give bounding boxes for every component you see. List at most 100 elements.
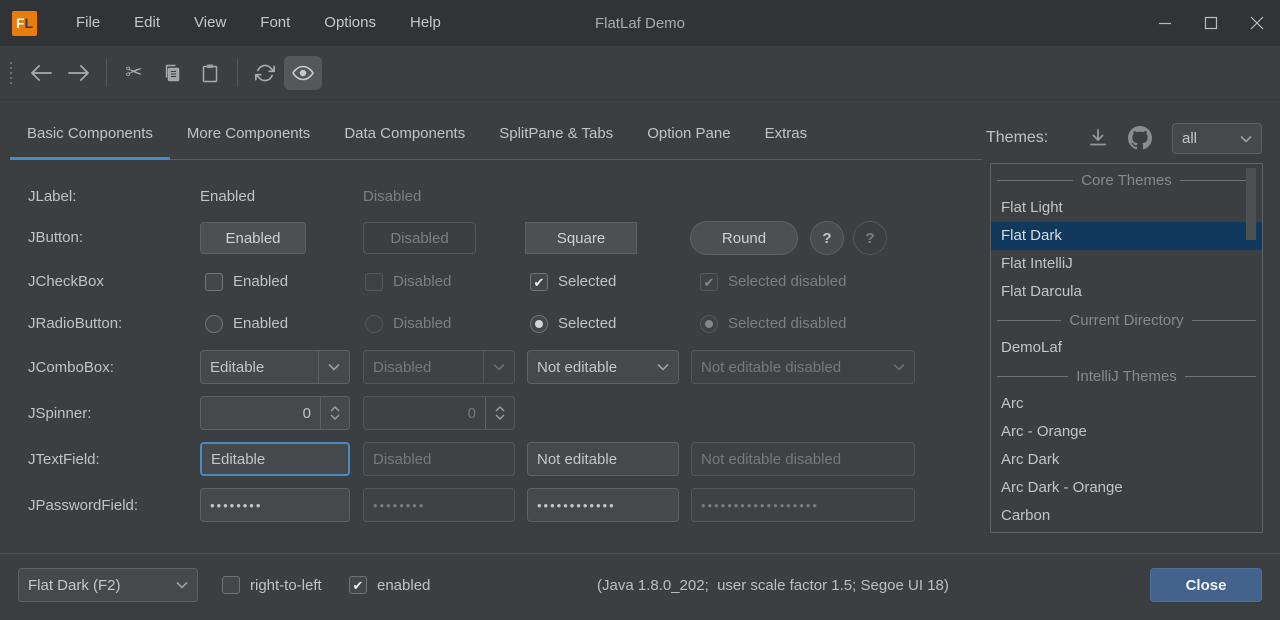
chevron-down-icon[interactable] — [167, 569, 197, 601]
textfield-editable-value[interactable]: Editable — [202, 451, 265, 468]
passwordfield-editable[interactable]: •••••••• — [200, 488, 350, 522]
title-bar: FL File Edit View Font Options Help Flat… — [0, 0, 1280, 46]
close-window-button[interactable] — [1234, 0, 1280, 46]
theme-item-arc-dark[interactable]: Arc Dark — [991, 446, 1262, 474]
toolbar-separator — [237, 59, 238, 87]
laf-combobox[interactable]: Flat Dark (F2) — [18, 568, 198, 602]
chevron-down-icon[interactable] — [648, 351, 678, 383]
radio-enabled[interactable] — [205, 315, 223, 333]
jtextfield-row-label: JTextField: — [28, 451, 100, 468]
chevron-down-icon — [495, 414, 505, 420]
refresh-button[interactable] — [246, 56, 284, 90]
rtl-checkbox-label[interactable]: right-to-left — [250, 577, 322, 594]
logo-letter-l: L — [25, 15, 34, 31]
tab-option-pane[interactable]: Option Pane — [630, 114, 747, 160]
tab-more-components[interactable]: More Components — [170, 114, 327, 160]
themes-list-separator: IntelliJ Themes — [991, 362, 1262, 390]
menu-options[interactable]: Options — [307, 0, 393, 46]
paste-button[interactable] — [191, 56, 229, 90]
jbutton-help[interactable]: ? — [810, 221, 844, 255]
tab-splitpane-tabs[interactable]: SplitPane & Tabs — [482, 114, 630, 160]
radio-enabled-label[interactable]: Enabled — [233, 315, 288, 332]
back-button[interactable] — [22, 56, 60, 90]
password-dots: •••••••• — [364, 498, 425, 513]
theme-item-arc-dark-orange[interactable]: Arc Dark - Orange — [991, 474, 1262, 502]
checkbox-disabled: ✔ — [365, 273, 383, 291]
theme-item-flat-light[interactable]: Flat Light — [991, 194, 1262, 222]
combobox-not-editable-value: Not editable — [528, 359, 617, 376]
enabled-checkbox[interactable]: ✔ — [349, 576, 367, 594]
combobox-not-editable-disabled-value: Not editable disabled — [692, 359, 841, 376]
check-icon: ✔ — [353, 579, 364, 592]
close-button[interactable]: Close — [1150, 568, 1262, 602]
checkbox-enabled-label[interactable]: Enabled — [233, 273, 288, 290]
textfield-not-editable[interactable]: Not editable — [527, 442, 679, 476]
combobox-editable-value[interactable]: Editable — [201, 359, 264, 376]
themes-scrollbar-thumb[interactable] — [1246, 168, 1256, 240]
menu-view[interactable]: View — [177, 0, 243, 46]
jcombobox-row-label: JComboBox: — [28, 359, 114, 376]
jbutton-disabled: Disabled — [363, 222, 476, 254]
show-hidden-toggle-button[interactable] — [284, 56, 322, 90]
close-icon — [1250, 16, 1264, 30]
jpasswordfield-row-label: JPasswordField: — [28, 497, 138, 514]
theme-item-arc[interactable]: Arc — [991, 390, 1262, 418]
chevron-down-icon[interactable] — [318, 351, 349, 383]
tab-extras[interactable]: Extras — [748, 114, 825, 160]
themes-list-separator: Current Directory — [991, 306, 1262, 334]
radio-dot-icon — [705, 320, 713, 328]
radio-selected-label[interactable]: Selected — [558, 315, 616, 332]
jbutton-square[interactable]: Square — [525, 222, 637, 254]
jlabel-row-label: JLabel: — [28, 188, 76, 205]
textfield-editable[interactable]: Editable — [200, 442, 350, 476]
theme-item-flat-darcula[interactable]: Flat Darcula — [991, 278, 1262, 306]
combobox-not-editable[interactable]: Not editable — [527, 350, 679, 384]
menu-edit[interactable]: Edit — [117, 0, 177, 46]
theme-item-demolaf[interactable]: DemoLaf — [991, 334, 1262, 362]
radio-selected[interactable] — [530, 315, 548, 333]
spinner-value[interactable]: 0 — [201, 405, 320, 422]
checkbox-selected-disabled-label: Selected disabled — [728, 273, 846, 290]
jbutton-enabled[interactable]: Enabled — [200, 222, 306, 254]
spinner-disabled: 0 — [363, 396, 515, 430]
enabled-checkbox-label[interactable]: enabled — [377, 577, 430, 594]
theme-item-flat-dark[interactable]: Flat Dark — [991, 222, 1262, 250]
tab-data-components[interactable]: Data Components — [327, 114, 482, 160]
download-themes-button[interactable] — [1088, 128, 1108, 148]
password-dots[interactable]: •••••••• — [201, 498, 262, 513]
spinner-buttons[interactable] — [320, 397, 349, 429]
github-link-button[interactable] — [1128, 126, 1152, 150]
rtl-checkbox[interactable]: ✔ — [222, 576, 240, 594]
textfield-not-editable-value: Not editable — [528, 451, 617, 468]
themes-filter-value: all — [1173, 130, 1197, 147]
checkbox-enabled[interactable]: ✔ — [205, 273, 223, 291]
spinner[interactable]: 0 — [200, 396, 350, 430]
toolbar-separator — [106, 59, 107, 87]
cut-button[interactable]: ✂ — [115, 56, 153, 90]
theme-item-arc-orange[interactable]: Arc - Orange — [991, 418, 1262, 446]
menu-help[interactable]: Help — [393, 0, 458, 46]
forward-button[interactable] — [60, 56, 98, 90]
menu-bar: File Edit View Font Options Help — [59, 0, 458, 46]
jlabel-enabled: Enabled — [200, 188, 255, 205]
checkbox-selected[interactable]: ✔ — [530, 273, 548, 291]
radio-disabled — [365, 315, 383, 333]
menu-font[interactable]: Font — [243, 0, 307, 46]
jbutton-round[interactable]: Round — [690, 221, 798, 255]
passwordfield-not-editable[interactable]: •••••••••••• — [527, 488, 679, 522]
copy-button[interactable] — [153, 56, 191, 90]
radio-selected-disabled-label: Selected disabled — [728, 315, 846, 332]
minimize-button[interactable] — [1142, 0, 1188, 46]
theme-item-carbon[interactable]: Carbon — [991, 502, 1262, 530]
chevron-up-icon — [495, 406, 505, 412]
maximize-button[interactable] — [1188, 0, 1234, 46]
tab-basic-components[interactable]: Basic Components — [10, 114, 170, 160]
tab-list: Basic Components More Components Data Co… — [10, 114, 824, 160]
toolbar-grip-handle[interactable] — [10, 62, 12, 84]
chevron-down-icon — [330, 414, 340, 420]
combobox-editable[interactable]: Editable — [200, 350, 350, 384]
menu-file[interactable]: File — [59, 0, 117, 46]
checkbox-selected-label[interactable]: Selected — [558, 273, 616, 290]
theme-item-flat-intellij[interactable]: Flat IntelliJ — [991, 250, 1262, 278]
themes-filter-combobox[interactable]: all — [1172, 123, 1262, 154]
